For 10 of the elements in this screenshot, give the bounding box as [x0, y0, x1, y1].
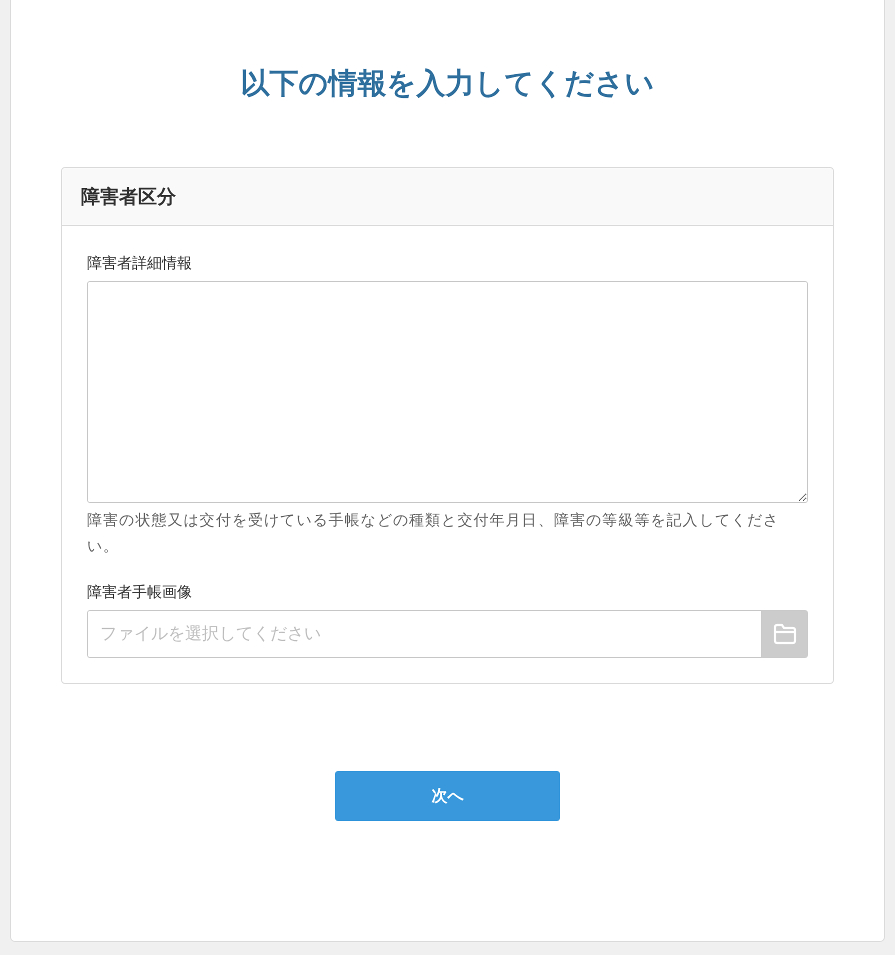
help-text: 障害の状態又は交付を受けている手帳などの種類と交付年月日、障害の等級等を記入してください。: [87, 510, 780, 557]
file-field[interactable]: ファイルを選択してください: [87, 610, 761, 658]
page-title: 以下の情報を入力してください: [240, 65, 656, 102]
field-label: 障害者詳細情報: [87, 253, 192, 274]
next-button[interactable]: 次へ: [335, 771, 560, 821]
browse-button[interactable]: [761, 610, 808, 658]
details-textarea[interactable]: [87, 281, 808, 503]
section-heading: 障害者区分: [81, 184, 176, 210]
field-label: 障害者手帳画像: [87, 582, 192, 603]
folder-icon: [772, 623, 796, 645]
